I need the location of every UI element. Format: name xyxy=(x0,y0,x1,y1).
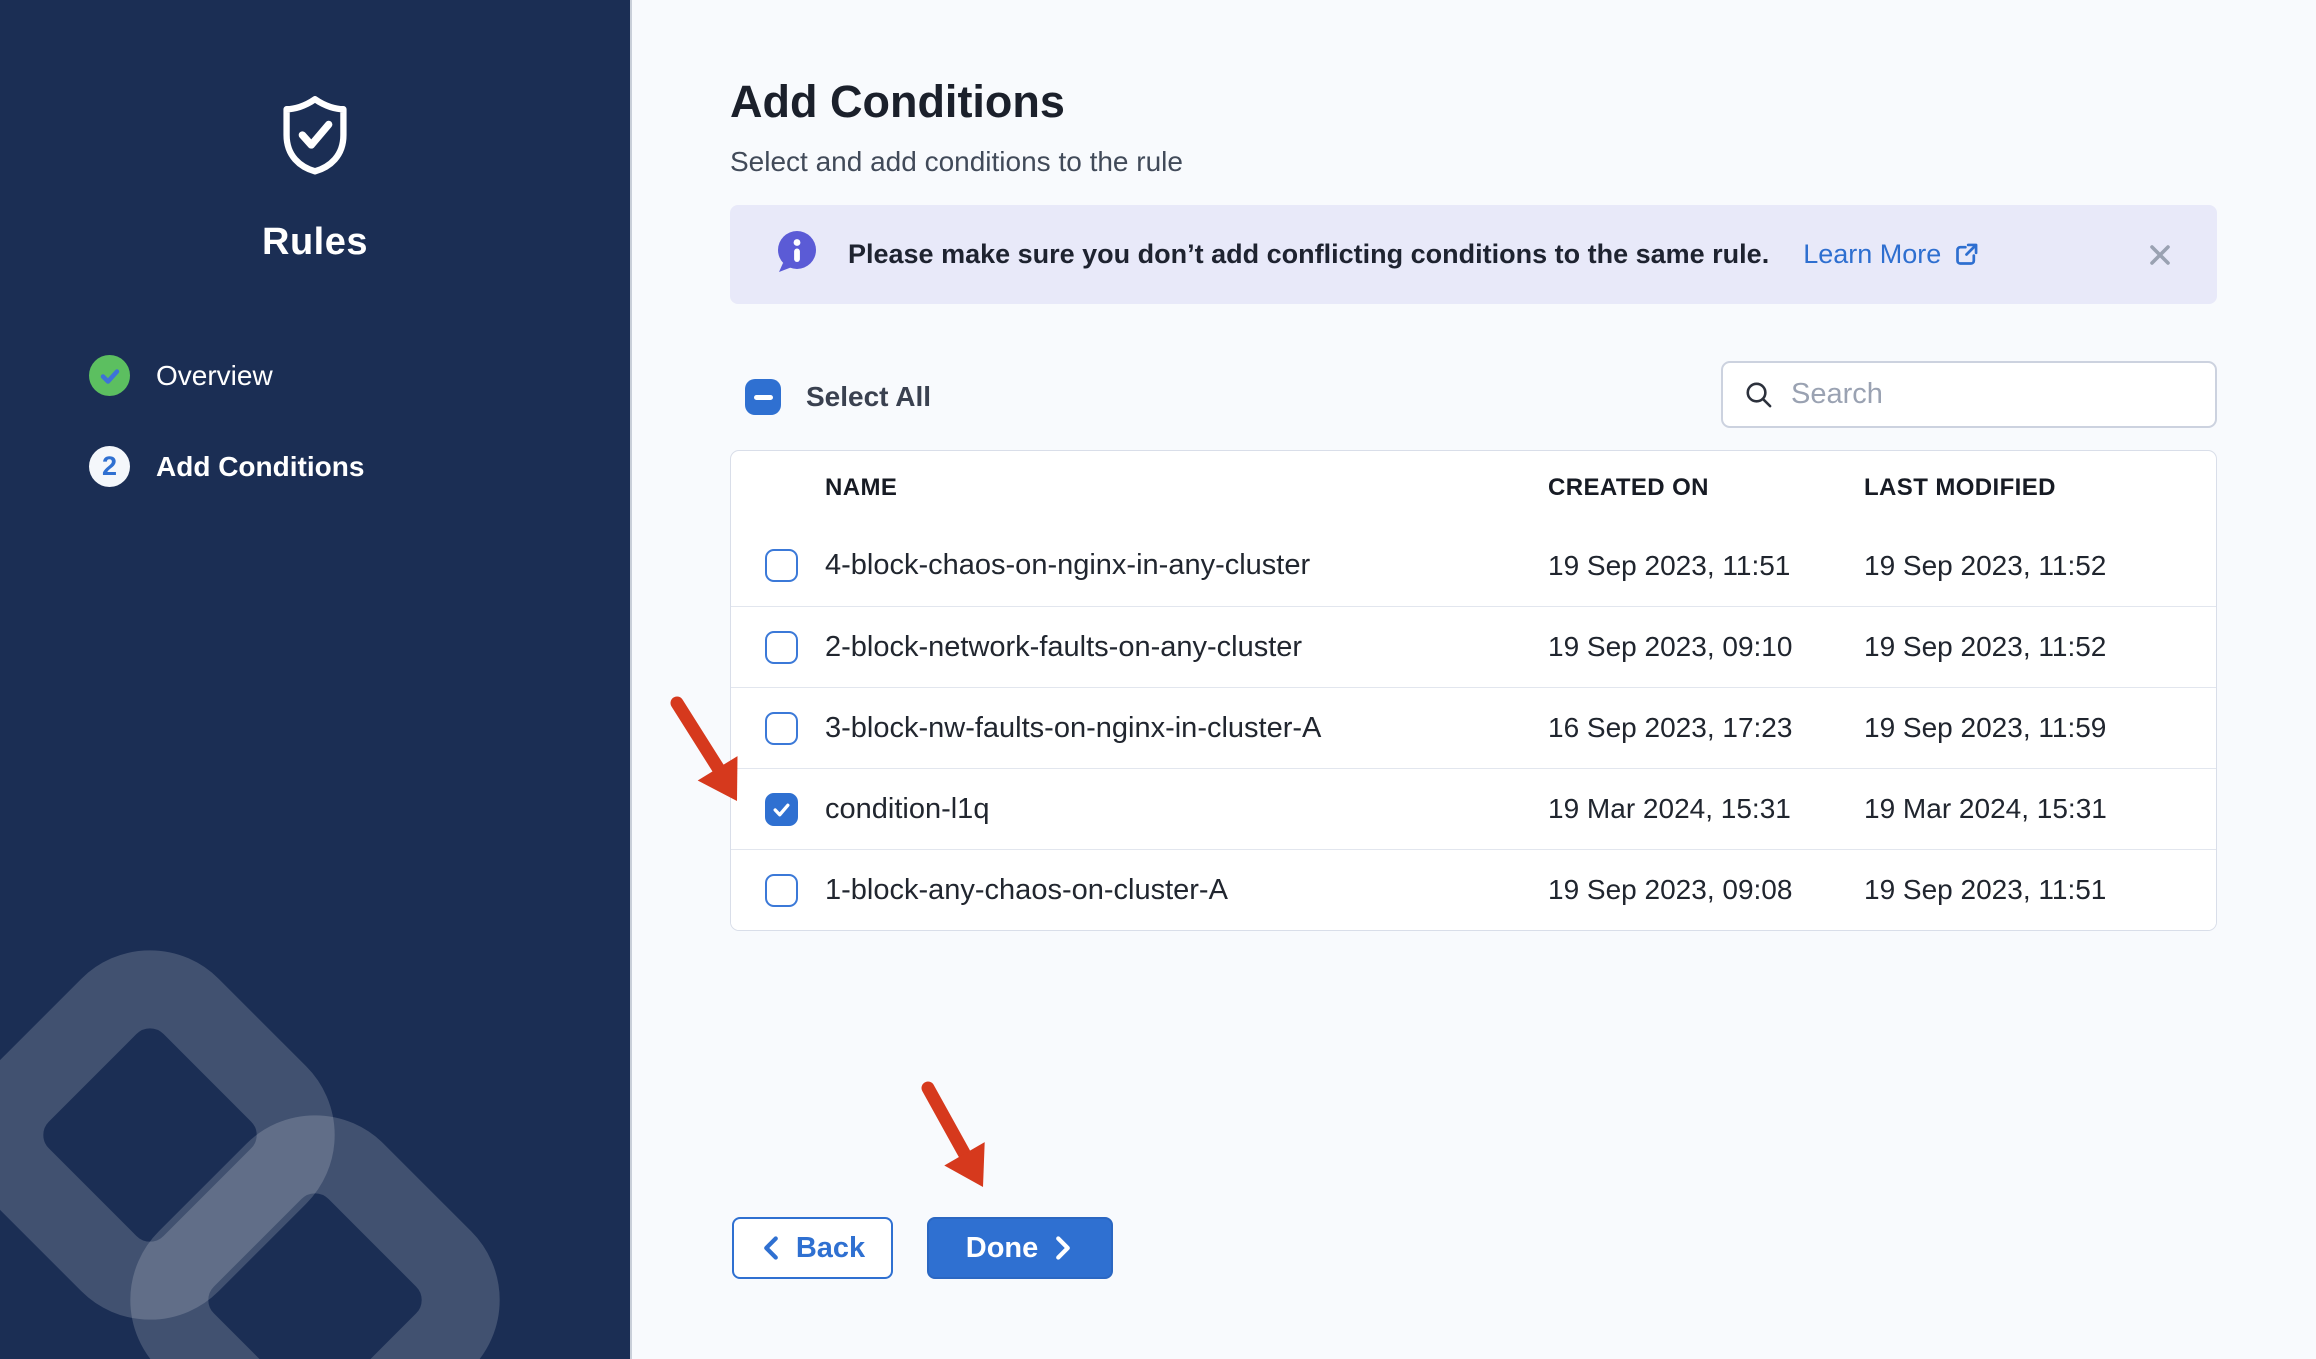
created-on: 16 Sep 2023, 17:23 xyxy=(1548,712,1864,744)
created-on: 19 Sep 2023, 09:08 xyxy=(1548,874,1864,906)
table-row[interactable]: 1-block-any-chaos-on-cluster-A 19 Sep 20… xyxy=(731,849,2216,930)
row-checkbox[interactable] xyxy=(765,631,798,664)
last-modified: 19 Sep 2023, 11:52 xyxy=(1864,550,2216,582)
condition-name: 3-block-nw-faults-on-nginx-in-cluster-A xyxy=(825,712,1548,745)
page-subtitle: Select and add conditions to the rule xyxy=(730,146,1183,178)
table-header: NAME CREATED ON LAST MODIFIED xyxy=(731,451,2216,525)
select-all-checkbox[interactable] xyxy=(745,379,781,415)
conditions-table: NAME CREATED ON LAST MODIFIED 4-block-ch… xyxy=(730,450,2217,931)
brand: Rules xyxy=(0,95,630,264)
select-all-label: Select All xyxy=(806,381,931,413)
chevron-left-icon xyxy=(760,1235,782,1261)
last-modified: 19 Sep 2023, 11:59 xyxy=(1864,712,2216,744)
learn-more-link[interactable]: Learn More xyxy=(1803,239,1980,270)
step-number-badge: 2 xyxy=(89,446,130,487)
step-overview-label: Overview xyxy=(156,360,273,392)
sidebar: Rules Overview 2 Add Conditions xyxy=(0,0,632,1359)
info-banner: Please make sure you don’t add conflicti… xyxy=(730,205,2217,304)
external-link-icon xyxy=(1953,241,1980,268)
page-title: Add Conditions xyxy=(730,76,1065,128)
step-add-conditions-label: Add Conditions xyxy=(156,451,364,483)
learn-more-label: Learn More xyxy=(1803,239,1941,270)
table-row[interactable]: 4-block-chaos-on-nginx-in-any-cluster 19… xyxy=(731,525,2216,606)
close-icon xyxy=(2145,240,2175,270)
created-on: 19 Sep 2023, 11:51 xyxy=(1548,550,1864,582)
column-header-last-modified: LAST MODIFIED xyxy=(1864,474,2216,502)
last-modified: 19 Mar 2024, 15:31 xyxy=(1864,793,2216,825)
info-icon xyxy=(776,230,818,279)
row-checkbox[interactable] xyxy=(765,712,798,745)
back-button[interactable]: Back xyxy=(732,1217,893,1279)
last-modified: 19 Sep 2023, 11:51 xyxy=(1864,874,2216,906)
table-row[interactable]: 2-block-network-faults-on-any-cluster 19… xyxy=(731,606,2216,687)
done-label: Done xyxy=(966,1232,1039,1265)
banner-close-button[interactable] xyxy=(2145,240,2175,270)
condition-name: 2-block-network-faults-on-any-cluster xyxy=(825,631,1548,664)
main-content: Add Conditions Select and add conditions… xyxy=(632,0,2316,1359)
check-icon xyxy=(771,799,792,820)
search-box xyxy=(1721,361,2217,428)
table-row[interactable]: 3-block-nw-faults-on-nginx-in-cluster-A … xyxy=(731,687,2216,768)
created-on: 19 Mar 2024, 15:31 xyxy=(1548,793,1864,825)
wizard-steps: Overview 2 Add Conditions xyxy=(89,355,364,487)
condition-name: condition-l1q xyxy=(825,793,1548,826)
sidebar-title: Rules xyxy=(0,221,630,264)
banner-message: Please make sure you don’t add conflicti… xyxy=(848,239,1769,270)
done-button[interactable]: Done xyxy=(927,1217,1113,1279)
back-label: Back xyxy=(796,1232,865,1265)
row-checkbox[interactable] xyxy=(765,874,798,907)
row-checkbox[interactable] xyxy=(765,549,798,582)
created-on: 19 Sep 2023, 09:10 xyxy=(1548,631,1864,663)
rules-wizard: Rules Overview 2 Add Conditions Add Cond… xyxy=(0,0,2316,1359)
step-add-conditions[interactable]: 2 Add Conditions xyxy=(89,446,364,487)
condition-name: 4-block-chaos-on-nginx-in-any-cluster xyxy=(825,549,1548,582)
indeterminate-dash-icon xyxy=(754,395,773,400)
step-complete-check-icon xyxy=(89,355,130,396)
search-input[interactable] xyxy=(1791,378,2195,411)
row-checkbox-checked[interactable] xyxy=(765,793,798,826)
select-all-control[interactable]: Select All xyxy=(745,379,931,415)
condition-name: 1-block-any-chaos-on-cluster-A xyxy=(825,874,1548,907)
column-header-name: NAME xyxy=(825,474,1548,502)
column-header-created-on: CREATED ON xyxy=(1548,474,1864,502)
table-row-selected[interactable]: condition-l1q 19 Mar 2024, 15:31 19 Mar … xyxy=(731,768,2216,849)
search-icon xyxy=(1743,379,1774,410)
chevron-right-icon xyxy=(1052,1235,1074,1261)
step-overview[interactable]: Overview xyxy=(89,355,364,396)
shield-check-icon xyxy=(281,95,349,175)
last-modified: 19 Sep 2023, 11:52 xyxy=(1864,631,2216,663)
